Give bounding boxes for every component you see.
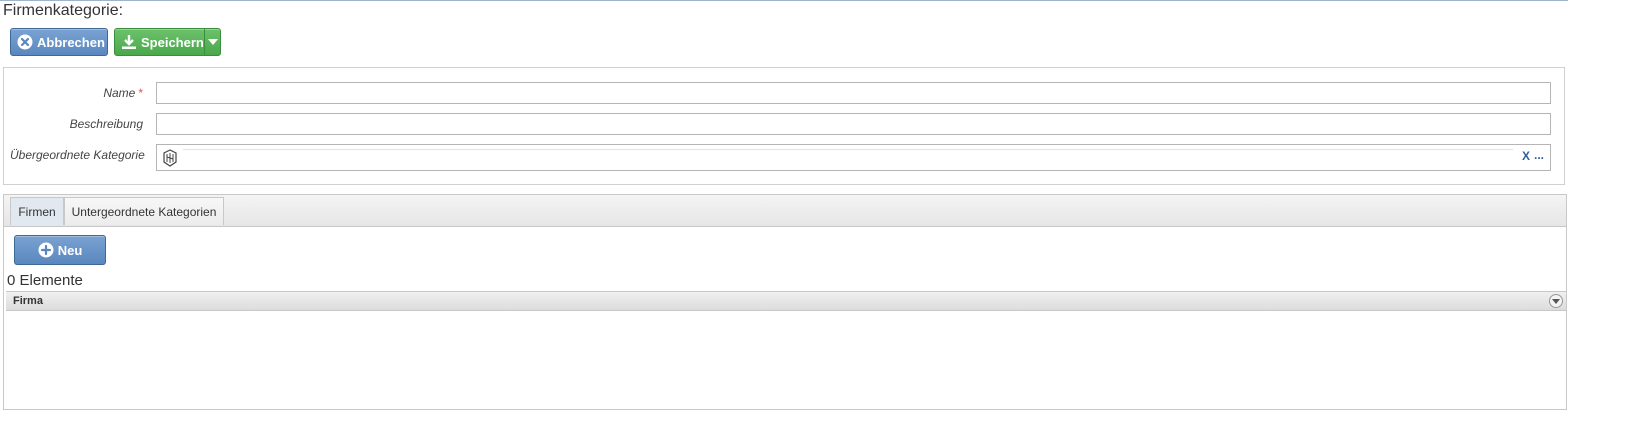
save-dropdown-toggle[interactable] [204, 29, 220, 55]
close-circle-icon [17, 34, 33, 50]
parent-category-lookup[interactable]: X ... [156, 144, 1551, 171]
grid-body [6, 311, 1566, 407]
top-border [0, 0, 1568, 1]
parent-category-label: Übergeordnete Kategorie [10, 148, 145, 162]
name-label: Name * [103, 86, 143, 100]
new-button-label: Neu [57, 242, 83, 258]
category-lookup-icon [161, 149, 179, 167]
column-menu-button[interactable] [1549, 294, 1563, 308]
save-button[interactable]: Speichern [114, 28, 221, 56]
save-button-label: Speichern [141, 34, 204, 50]
tab-subcategories[interactable]: Untergeordnete Kategorien [64, 197, 224, 225]
clear-parent-button[interactable]: X [1522, 149, 1530, 163]
caret-down-icon [207, 39, 218, 45]
category-form: Name * Beschreibung Übergeordnete Kategor… [3, 67, 1565, 185]
download-icon [121, 34, 137, 50]
column-header-firma[interactable]: Firma [13, 295, 43, 307]
description-label: Beschreibung [69, 117, 143, 131]
tab-firmen[interactable]: Firmen [10, 197, 64, 225]
cancel-button-label: Abbrechen [37, 34, 105, 50]
description-input[interactable] [156, 113, 1551, 135]
new-button[interactable]: Neu [14, 235, 106, 265]
grid-header: Firma [6, 291, 1566, 311]
page-title: Firmenkategorie: [3, 2, 124, 19]
name-input[interactable] [156, 82, 1551, 104]
tab-bar: Firmen Untergeordnete Kategorien [4, 195, 1566, 227]
item-count: 0 Elemente [7, 272, 83, 289]
chevron-down-icon [1552, 298, 1560, 304]
required-marker: * [138, 86, 143, 100]
lookup-value-line [183, 149, 1513, 150]
plus-circle-icon [38, 242, 54, 258]
cancel-button[interactable]: Abbrechen [10, 28, 108, 56]
details-tab-panel: Firmen Untergeordnete Kategorien Neu 0 E… [3, 194, 1567, 410]
browse-parent-button[interactable]: ... [1534, 148, 1544, 162]
